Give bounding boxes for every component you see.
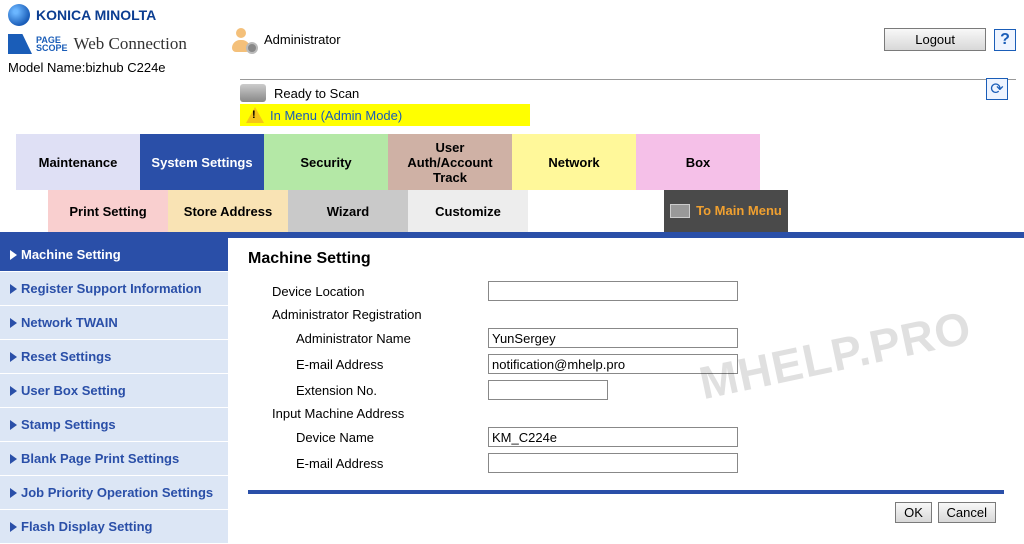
sidebar-item-register-support[interactable]: Register Support Information: [0, 272, 228, 306]
status-admin-mode: In Menu (Admin Mode): [240, 104, 530, 126]
tab-maintenance[interactable]: Maintenance: [16, 134, 140, 190]
admin-user-icon: [232, 28, 256, 52]
sidebar-item-stamp-settings[interactable]: Stamp Settings: [0, 408, 228, 442]
input-email[interactable]: [488, 354, 738, 374]
triangle-icon: [10, 420, 17, 430]
warning-icon: [246, 107, 264, 123]
triangle-icon: [10, 352, 17, 362]
header-divider: [240, 79, 1016, 80]
triangle-icon: [10, 386, 17, 396]
triangle-icon: [10, 488, 17, 498]
tab-security[interactable]: Security: [264, 134, 388, 190]
pagescope-text: PAGESCOPE: [36, 36, 68, 52]
label-email: E-mail Address: [248, 357, 488, 372]
label-device-name: Device Name: [248, 430, 488, 445]
pagescope-icon: [8, 34, 32, 54]
web-connection-text: Web Connection: [74, 34, 187, 54]
tab-network[interactable]: Network: [512, 134, 636, 190]
tab-box[interactable]: Box: [636, 134, 760, 190]
triangle-icon: [10, 284, 17, 294]
sidebar: Machine Setting Register Support Informa…: [0, 238, 228, 544]
subtab-wizard[interactable]: Wizard: [288, 190, 408, 232]
brand-circle-icon: [8, 4, 30, 26]
sidebar-item-network-twain[interactable]: Network TWAIN: [0, 306, 228, 340]
input-extension-no[interactable]: [488, 380, 608, 400]
triangle-icon: [10, 522, 17, 532]
admin-label: Administrator: [264, 32, 341, 47]
triangle-icon: [10, 454, 17, 464]
subtab-print-setting[interactable]: Print Setting: [48, 190, 168, 232]
help-button[interactable]: ?: [994, 29, 1016, 51]
subtab-to-main-menu[interactable]: To Main Menu: [664, 190, 788, 232]
pagescope-logo: PAGESCOPE Web Connection: [8, 34, 232, 54]
label-email2: E-mail Address: [248, 456, 488, 471]
label-input-machine-address: Input Machine Address: [248, 406, 488, 421]
sidebar-item-flash-display[interactable]: Flash Display Setting: [0, 510, 228, 544]
cancel-button[interactable]: Cancel: [938, 502, 996, 523]
sidebar-item-blank-page-print[interactable]: Blank Page Print Settings: [0, 442, 228, 476]
subtab-store-address[interactable]: Store Address: [168, 190, 288, 232]
status-ready: Ready to Scan: [240, 82, 1016, 104]
ok-button[interactable]: OK: [895, 502, 932, 523]
scanner-icon: [240, 84, 266, 102]
input-email2[interactable]: [488, 453, 738, 473]
triangle-icon: [10, 318, 17, 328]
sidebar-item-user-box-setting[interactable]: User Box Setting: [0, 374, 228, 408]
sidebar-item-machine-setting[interactable]: Machine Setting: [0, 238, 228, 272]
label-admin-registration: Administrator Registration: [248, 307, 488, 322]
form-divider: [248, 490, 1004, 494]
model-name: Model Name:bizhub C224e: [8, 60, 232, 75]
tab-user-auth[interactable]: User Auth/Account Track: [388, 134, 512, 190]
logout-button[interactable]: Logout: [884, 28, 986, 51]
main-menu-icon: [670, 204, 690, 218]
tab-system-settings[interactable]: System Settings: [140, 134, 264, 190]
label-admin-name: Administrator Name: [248, 331, 488, 346]
input-admin-name[interactable]: [488, 328, 738, 348]
subtab-customize[interactable]: Customize: [408, 190, 528, 232]
sidebar-item-reset-settings[interactable]: Reset Settings: [0, 340, 228, 374]
input-device-name[interactable]: [488, 427, 738, 447]
refresh-button[interactable]: ⟳: [986, 78, 1008, 100]
sidebar-item-job-priority[interactable]: Job Priority Operation Settings: [0, 476, 228, 510]
input-device-location[interactable]: [488, 281, 738, 301]
triangle-icon: [10, 250, 17, 260]
brand-text: KONICA MINOLTA: [36, 7, 156, 23]
label-device-location: Device Location: [248, 284, 488, 299]
brand-logo: KONICA MINOLTA: [8, 4, 232, 26]
page-title: Machine Setting: [248, 250, 1004, 268]
label-extension-no: Extension No.: [248, 383, 488, 398]
